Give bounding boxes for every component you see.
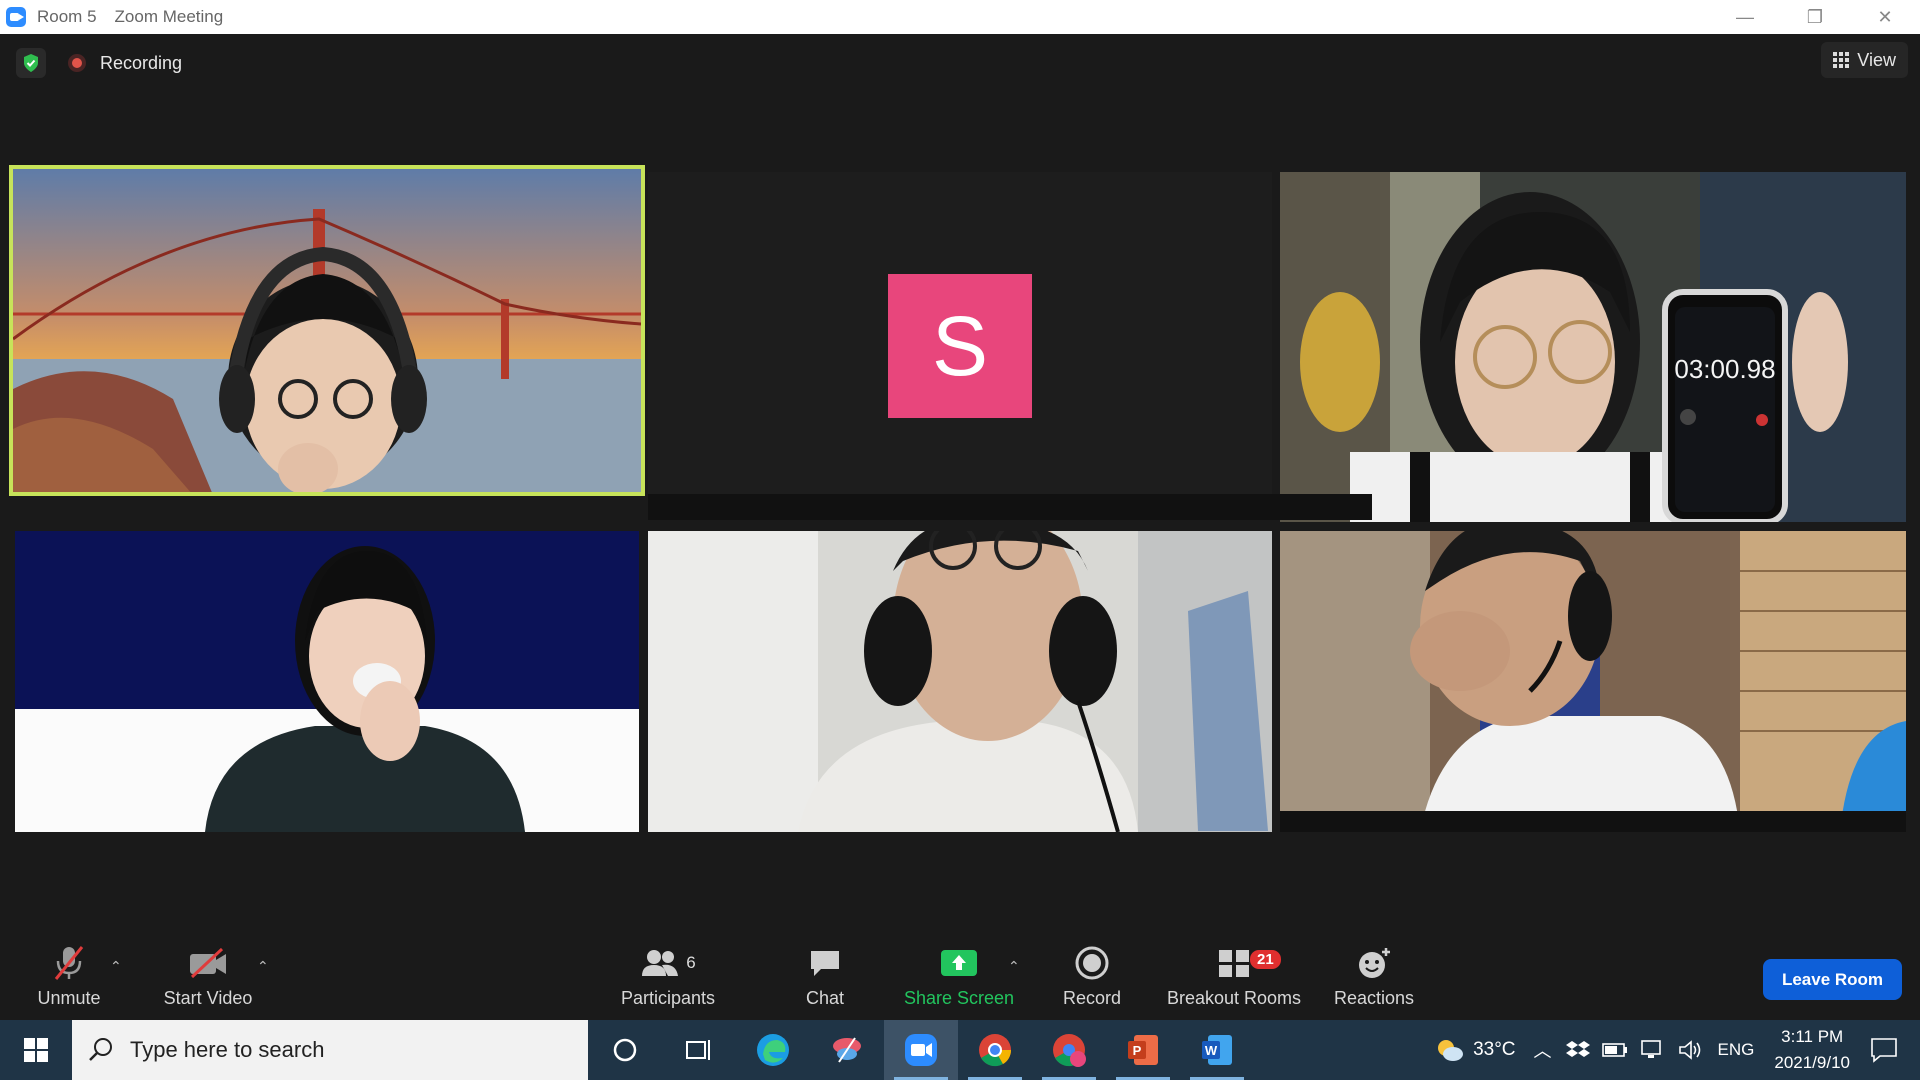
window-titlebar: Room 5 Zoom Meeting — ❐ ✕ [0, 0, 1920, 34]
participants-button[interactable]: 6 Participants [616, 940, 720, 1020]
reactions-button[interactable]: Reactions [1332, 940, 1416, 1020]
minimize-icon[interactable]: — [1710, 0, 1780, 34]
start-video-button[interactable]: Start Video [158, 940, 258, 1020]
task-view-icon[interactable] [662, 1020, 736, 1080]
window-title: Zoom Meeting [114, 7, 224, 26]
cortana-icon[interactable] [588, 1020, 662, 1080]
zoom-icon[interactable] [884, 1020, 958, 1080]
dropbox-icon[interactable] [1565, 1039, 1590, 1061]
notifications-icon[interactable] [1870, 1037, 1898, 1063]
taskbar-search-box[interactable]: Type here to search [72, 1020, 588, 1080]
participant-video-3: 03:00.98 [1280, 172, 1906, 522]
participants-label: Participants [620, 988, 716, 1008]
video-tile-6[interactable] [1280, 531, 1906, 832]
share-screen-icon [940, 940, 978, 986]
windows-start-icon[interactable] [0, 1020, 72, 1080]
share-screen-label: Share Screen [903, 988, 1015, 1008]
powerpoint-icon[interactable]: P [1106, 1020, 1180, 1080]
participant-video-4 [15, 531, 639, 832]
meeting-top-bar: Recording View [0, 34, 1920, 94]
tile-2-bottom-bar [648, 494, 1372, 520]
chat-button[interactable]: Chat [792, 940, 858, 1020]
language-indicator[interactable]: ENG [1718, 1040, 1755, 1060]
recording-indicator[interactable]: Recording [62, 48, 192, 78]
unmute-button[interactable]: Unmute [28, 940, 110, 1020]
muted-mic-icon [52, 940, 86, 986]
breakout-rooms-icon [1217, 940, 1251, 986]
video-tile-5[interactable] [648, 531, 1272, 832]
chrome-profile-icon[interactable] [1032, 1020, 1106, 1080]
volume-icon[interactable] [1678, 1039, 1704, 1061]
start-video-label: Start Video [163, 988, 253, 1008]
video-options-caret[interactable]: ⌃ [257, 958, 269, 975]
weather-temp: 33°C [1473, 1039, 1516, 1060]
video-tile-3[interactable]: 03:00.98 [1280, 172, 1906, 522]
security-shield-icon[interactable] [16, 48, 46, 78]
record-button[interactable]: Record [1060, 940, 1124, 1020]
leave-room-button[interactable]: Leave Room [1763, 959, 1902, 1000]
video-tile-4[interactable] [15, 531, 639, 832]
restore-icon[interactable]: ❐ [1780, 0, 1850, 34]
snip-icon[interactable] [810, 1020, 884, 1080]
record-icon [1075, 940, 1109, 986]
participant-video-6 [1280, 531, 1906, 832]
view-button[interactable]: View [1821, 42, 1908, 78]
recording-dot-icon [68, 54, 86, 72]
participant-video-5 [648, 531, 1272, 832]
taskbar-clock[interactable]: 3:11 PM 2021/9/10 [1774, 1024, 1850, 1076]
active-speaker-border [9, 165, 645, 496]
chrome-icon[interactable] [958, 1020, 1032, 1080]
share-screen-button[interactable]: Share Screen [902, 940, 1016, 1020]
network-icon[interactable] [1640, 1039, 1666, 1061]
recording-label: Recording [100, 52, 183, 73]
participant-avatar-s: S [888, 274, 1032, 418]
audio-options-caret[interactable]: ⌃ [110, 958, 122, 975]
chat-label: Chat [805, 988, 845, 1008]
battery-icon[interactable] [1601, 1042, 1628, 1058]
grid-view-icon [1833, 52, 1850, 68]
weather-icon[interactable] [1433, 1036, 1465, 1064]
room-name: Room 5 [37, 7, 97, 26]
chat-icon [808, 940, 842, 986]
meeting-toolbar: Unmute ⌃ Start Video ⌃ 6 Participants Ch… [0, 940, 1920, 1020]
show-hidden-icons-icon[interactable]: ︿ [1534, 1037, 1552, 1063]
reactions-label: Reactions [1333, 988, 1415, 1008]
search-placeholder: Type here to search [130, 1037, 325, 1062]
video-off-icon [188, 940, 228, 986]
clock-date: 2021/9/10 [1774, 1053, 1850, 1072]
share-options-caret[interactable]: ⌃ [1008, 958, 1020, 975]
system-tray: 33°C ︿ ENG 3:11 PM 2021/9/10 [1433, 1020, 1920, 1080]
breakout-rooms-badge: 21 [1250, 950, 1281, 969]
reactions-icon [1356, 940, 1392, 986]
breakout-rooms-button[interactable]: Breakout Rooms [1164, 940, 1304, 1020]
windows-taskbar: Type here to search P W 33°C ︿ ENG 3:11 … [0, 1020, 1920, 1080]
svg-text:P: P [1133, 1043, 1142, 1058]
record-label: Record [1062, 988, 1122, 1008]
search-icon [89, 1038, 112, 1061]
phone-timer-text: 03:00.98 [1674, 354, 1775, 384]
unmute-label: Unmute [37, 988, 101, 1008]
close-icon[interactable]: ✕ [1850, 0, 1920, 34]
breakout-rooms-label: Breakout Rooms [1166, 988, 1302, 1008]
clock-time: 3:11 PM [1781, 1027, 1844, 1046]
participants-count: 6 [686, 953, 696, 972]
window-controls: — ❐ ✕ [1710, 0, 1920, 34]
zoom-app-icon [6, 7, 26, 27]
view-label: View [1857, 49, 1896, 70]
word-icon[interactable]: W [1180, 1020, 1254, 1080]
participants-icon [642, 950, 679, 976]
svg-text:W: W [1205, 1043, 1218, 1058]
edge-icon[interactable] [736, 1020, 810, 1080]
